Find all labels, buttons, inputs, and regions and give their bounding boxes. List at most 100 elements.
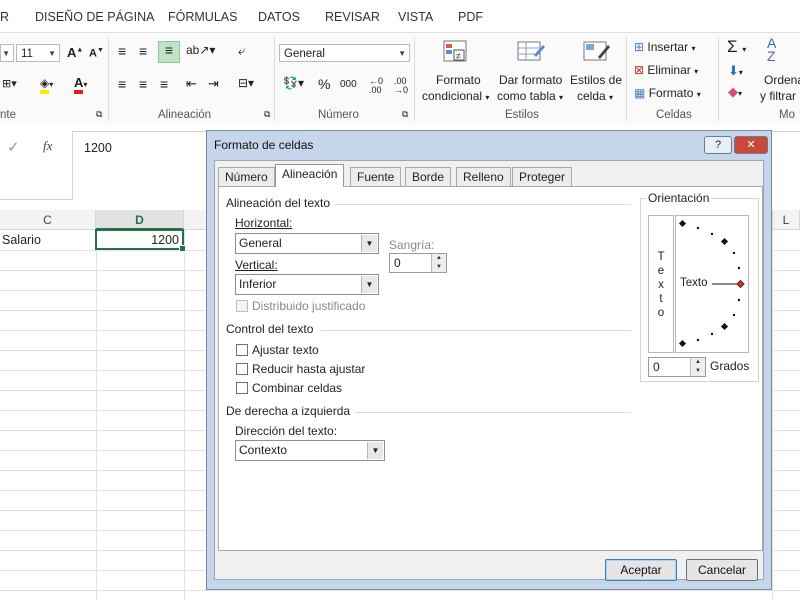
- decrease-indent-icon[interactable]: ⇤: [186, 76, 197, 92]
- conditional-format-icon[interactable]: ≠: [442, 39, 472, 67]
- grow-font-icon[interactable]: A▲: [67, 45, 83, 60]
- tab-font[interactable]: Fuente: [350, 167, 402, 186]
- increase-decimal-icon[interactable]: ←0.00: [369, 77, 383, 95]
- align-middle-icon[interactable]: ≡: [139, 43, 147, 59]
- align-left-icon[interactable]: ≡: [118, 76, 126, 92]
- font-dialog-launcher-icon[interactable]: ⧉: [96, 109, 102, 120]
- cell-styles-button-l2[interactable]: celda ▾: [577, 89, 613, 103]
- ok-button[interactable]: Aceptar: [605, 559, 677, 581]
- close-button[interactable]: ✕: [734, 136, 768, 154]
- wrap-text-label: Ajustar texto: [252, 343, 319, 357]
- decrease-decimal-icon[interactable]: .00 →0: [394, 77, 408, 95]
- vertical-select[interactable]: Inferior ▼: [235, 274, 379, 295]
- tab-fill[interactable]: Relleno: [456, 167, 511, 186]
- fill-handle[interactable]: [179, 245, 186, 252]
- tab-page-layout[interactable]: DISEÑO DE PÁGINA: [35, 10, 154, 24]
- tab-review[interactable]: REVISAR: [325, 10, 380, 24]
- spin-down-icon: ▼: [690, 367, 705, 376]
- formula-value: 1200: [84, 141, 112, 155]
- borders-icon[interactable]: ⊞▾: [2, 77, 17, 90]
- text-control-heading: Control del texto: [226, 322, 314, 336]
- number-format-combo[interactable]: General ▼: [279, 44, 410, 62]
- shrink-to-fit-label: Reducir hasta ajustar: [252, 362, 366, 376]
- font-name-combo[interactable]: ▼: [0, 44, 14, 62]
- tab-protect[interactable]: Proteger: [512, 167, 573, 186]
- format-as-table-icon[interactable]: [516, 39, 546, 67]
- increase-indent-icon[interactable]: ⇥: [208, 76, 219, 92]
- text-alignment-heading: Alineación del texto: [226, 196, 331, 210]
- align-bottom-icon[interactable]: ≡: [158, 41, 180, 63]
- format-button[interactable]: ▦ Formato ▾: [634, 86, 701, 100]
- orientation-icon[interactable]: ab↗▾: [186, 43, 215, 57]
- column-header-l[interactable]: L: [772, 210, 800, 230]
- insert-function-icon[interactable]: fx: [43, 138, 52, 154]
- alignment-panel: Alineación del texto Horizontal: General…: [218, 186, 763, 551]
- align-top-icon[interactable]: ≡: [118, 43, 126, 59]
- tab-number[interactable]: Número: [218, 167, 275, 186]
- tab-formulas[interactable]: FÓRMULAS: [168, 10, 237, 24]
- sort-filter-button-l2[interactable]: y filtrar: [760, 89, 796, 103]
- orientation-dial[interactable]: Texto: [675, 215, 749, 353]
- separator: [626, 37, 627, 121]
- fill-color-icon[interactable]: ◈▾: [40, 76, 53, 94]
- cell-c1[interactable]: Salario: [2, 233, 41, 247]
- enter-check-icon[interactable]: ✓: [7, 138, 20, 156]
- cell-styles-button[interactable]: Estilos de: [570, 73, 622, 87]
- insert-button[interactable]: ⊞ Insertar ▾: [634, 40, 695, 54]
- help-button[interactable]: ?: [704, 136, 732, 154]
- percent-icon[interactable]: %: [318, 76, 330, 92]
- alignment-group-label: Alineación: [158, 109, 212, 121]
- alignment-dialog-launcher-icon[interactable]: ⧉: [264, 109, 270, 120]
- degrees-spinner[interactable]: 0 ▲ ▼: [648, 357, 706, 377]
- format-as-table-button[interactable]: Dar formato: [499, 73, 562, 87]
- font-color-icon[interactable]: A▾: [74, 75, 87, 94]
- align-center-icon[interactable]: ≡: [139, 76, 147, 92]
- shrink-font-icon[interactable]: A▼: [89, 47, 104, 60]
- delete-button[interactable]: ⊠ Eliminar ▾: [634, 63, 698, 77]
- merge-center-icon[interactable]: ⊟▾: [238, 76, 254, 90]
- clear-icon[interactable]: ◆▾: [728, 84, 742, 100]
- merge-cells-checkbox[interactable]: [236, 382, 248, 394]
- currency-icon[interactable]: 💱▾: [283, 76, 304, 90]
- row-line: [0, 590, 800, 591]
- indent-spinner[interactable]: 0 ▲ ▼: [389, 253, 447, 273]
- sort-filter-button[interactable]: Ordena: [764, 73, 800, 87]
- wrap-text-checkbox[interactable]: [236, 344, 248, 356]
- justify-distributed-checkbox[interactable]: [236, 300, 248, 312]
- separator: [108, 37, 109, 121]
- active-cell-d1[interactable]: 1200: [95, 229, 186, 252]
- tab-partial[interactable]: R: [0, 10, 9, 24]
- svg-text:≠: ≠: [456, 51, 461, 61]
- conditional-format-button-l2[interactable]: condicional ▾: [422, 89, 489, 103]
- styles-group-label: Estilos: [505, 109, 539, 121]
- thousands-icon[interactable]: 000: [340, 79, 357, 90]
- fill-down-icon[interactable]: ⬇▾: [728, 63, 743, 79]
- format-cells-dialog: Formato de celdas ? ✕ Número Alineación …: [206, 130, 772, 590]
- horizontal-label: Horizontal:: [235, 216, 293, 230]
- column-header-e[interactable]: [184, 210, 208, 230]
- cell-styles-icon[interactable]: [582, 39, 612, 67]
- cancel-button[interactable]: Cancelar: [686, 559, 758, 581]
- tab-pdf[interactable]: PDF: [458, 10, 483, 24]
- conditional-format-button[interactable]: Formato: [436, 73, 481, 87]
- wrap-text-icon[interactable]: ⤶: [238, 43, 245, 59]
- number-dialog-launcher-icon[interactable]: ⧉: [402, 109, 408, 120]
- column-header-c[interactable]: C: [0, 210, 96, 230]
- vertical-text-button[interactable]: Texto: [648, 215, 674, 353]
- sort-filter-icon[interactable]: AZ: [767, 36, 776, 63]
- text-direction-select[interactable]: Contexto ▼: [235, 440, 385, 461]
- font-size-combo[interactable]: 11 ▼: [16, 44, 60, 62]
- column-header-d[interactable]: D: [96, 210, 184, 230]
- horizontal-select[interactable]: General ▼: [235, 233, 379, 254]
- align-right-icon[interactable]: ≡: [160, 76, 168, 92]
- shrink-to-fit-checkbox[interactable]: [236, 363, 248, 375]
- format-as-table-button-l2[interactable]: como tabla ▾: [497, 89, 563, 103]
- chevron-down-icon: ▼: [361, 276, 377, 293]
- tab-data[interactable]: DATOS: [258, 10, 300, 24]
- close-icon: ✕: [746, 139, 756, 151]
- tab-border[interactable]: Borde: [405, 167, 452, 186]
- autosum-icon[interactable]: Σ ▾: [727, 37, 746, 57]
- tab-view[interactable]: VISTA: [398, 10, 433, 24]
- column-line: [772, 230, 773, 600]
- tab-alignment[interactable]: Alineación: [275, 164, 345, 187]
